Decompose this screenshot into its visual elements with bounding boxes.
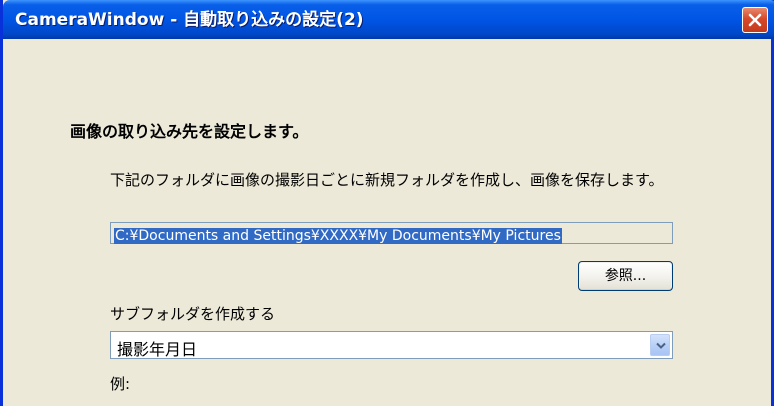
chevron-down-icon (656, 342, 666, 349)
window-title: CameraWindow - 自動取り込みの設定(2) (15, 10, 364, 30)
destination-path-value: C:¥Documents and Settings¥XXXX¥My Docume… (114, 228, 562, 244)
subfolder-label: サブフォルダを作成する (110, 305, 276, 323)
example-label: 例: (110, 375, 131, 393)
close-icon (748, 13, 762, 27)
subfolder-select[interactable]: 撮影年月日 (110, 331, 673, 359)
title-bar[interactable]: CameraWindow - 自動取り込みの設定(2) (3, 0, 774, 39)
subfolder-selected-value: 撮影年月日 (117, 340, 198, 359)
destination-path-field[interactable]: C:¥Documents and Settings¥XXXX¥My Docume… (110, 222, 673, 244)
dialog-window: CameraWindow - 自動取り込みの設定(2) 画像の取り込み先を設定し… (0, 0, 774, 406)
description-text: 下記のフォルダに画像の撮影日ごとに新規フォルダを作成し、画像を保存します。 (110, 171, 664, 189)
section-heading: 画像の取り込み先を設定します。 (70, 122, 309, 141)
browse-button[interactable]: 参照... (578, 261, 673, 291)
close-button[interactable] (742, 7, 768, 33)
dropdown-button[interactable] (650, 334, 670, 356)
